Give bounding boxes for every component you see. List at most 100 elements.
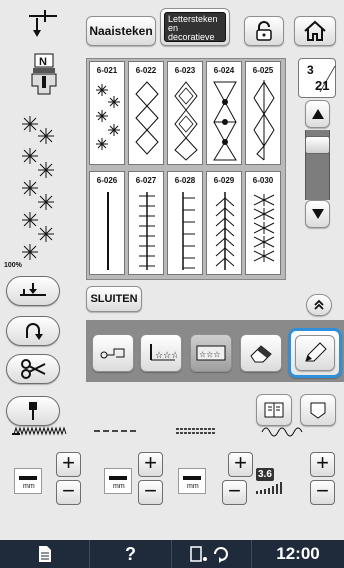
scroll-thumb[interactable] [305, 136, 330, 154]
stitch-preview-icon [22, 116, 54, 260]
reverse-stitch-icon [20, 283, 46, 296]
stitch-cell[interactable]: 6-029 [206, 171, 242, 275]
memory-button[interactable] [256, 394, 292, 426]
page-current: 3 [307, 63, 314, 77]
lock-button[interactable] [244, 16, 284, 46]
stitch-pattern-icon [96, 84, 120, 150]
width-mm-icon: mm [14, 468, 42, 494]
stitch-cell[interactable]: 6-024 [206, 61, 242, 165]
stitch-cell[interactable]: 6-027 [128, 171, 164, 275]
stitch-number: 6-021 [96, 66, 118, 75]
stitch-number: 6-027 [135, 176, 157, 185]
status-connection[interactable] [172, 540, 252, 568]
reinforcement-stitch-button[interactable] [6, 316, 60, 346]
needle-icon [29, 402, 37, 420]
loop-stitch-icon [260, 424, 310, 438]
thread-tension-value: 3.6 [256, 468, 274, 481]
pocket-button[interactable] [300, 394, 336, 426]
reinforcement-stitch-icon [26, 323, 43, 340]
length-stitch-icon [94, 424, 138, 438]
help-icon: ? [125, 543, 136, 564]
double-chevron-up-icon [314, 299, 324, 310]
stitch-preview [20, 104, 70, 264]
close-button[interactable]: SLUITEN [86, 286, 142, 312]
edit-pencil-button[interactable] [288, 328, 342, 378]
svg-text:☆☆☆: ☆☆☆ [199, 350, 221, 359]
stitch-cell[interactable]: 6-025 [245, 61, 281, 165]
needle-stars-icon: ☆☆☆ [150, 344, 177, 361]
needle-up-down-button[interactable] [6, 396, 60, 426]
eraser-icon [250, 345, 272, 363]
dense-dashes-icon [176, 428, 216, 434]
tab-lettersteken-label: Lettersteken en decoratieve steken [164, 12, 226, 42]
thread-tension-group: 3.6 + − [254, 444, 344, 534]
thread-tension-plus-button[interactable]: + [310, 452, 335, 477]
pattern-combination-button[interactable]: ☆☆☆ [190, 334, 232, 372]
stitch-number: 6-022 [135, 66, 157, 75]
tension-bars-icon [256, 482, 282, 494]
pencil-icon [305, 342, 327, 362]
arrow-up-icon [311, 109, 324, 119]
tab-naaisteken-label: Naaisteken [89, 24, 153, 38]
stitch-cell[interactable]: 6-022 [128, 61, 164, 165]
thread-cutter-button[interactable] [6, 354, 60, 384]
svg-text:N: N [39, 56, 47, 68]
collapse-button[interactable] [306, 294, 332, 316]
length-plus-button[interactable]: + [138, 452, 163, 477]
status-help[interactable]: ? [90, 540, 172, 568]
threader-icon [100, 348, 125, 359]
tab-lettersteken[interactable]: Lettersteken en decoratieve steken [160, 8, 230, 46]
stitch-pattern-icon [253, 80, 275, 161]
stitch-number: 6-023 [174, 66, 196, 75]
page-total: 21 [315, 78, 330, 93]
connection-icon [189, 546, 228, 563]
stitch-pattern-icon [253, 194, 275, 262]
reverse-stitch-button[interactable] [6, 276, 60, 306]
zoom-label: 100% [4, 262, 22, 269]
length-adjust-group: mm + − [98, 444, 178, 534]
stitch-cell[interactable]: 6-021 [89, 61, 125, 165]
needle-position-button[interactable] [6, 6, 80, 44]
scroll-down-button[interactable] [305, 200, 330, 228]
tension-unit: mm [187, 483, 199, 490]
thread-tension-minus-button[interactable]: − [310, 480, 335, 505]
stitch-number: 6-025 [252, 66, 274, 75]
stitch-cell[interactable]: 6-023 [167, 61, 203, 165]
scroll-up-button[interactable] [305, 100, 330, 128]
stitch-cell[interactable]: 6-026 [89, 171, 125, 275]
status-document[interactable] [0, 540, 90, 568]
tab-naaisteken[interactable]: Naaisteken [86, 16, 156, 46]
edit-pencil-inner [295, 335, 335, 371]
stitch-number: 6-029 [213, 176, 235, 185]
home-icon [304, 20, 326, 41]
pattern-stars-icon: ☆☆☆ [196, 345, 226, 361]
tension-plus-button[interactable]: + [228, 452, 253, 477]
stitch-pattern-icon [215, 192, 235, 270]
zigzag-dense-icon [12, 426, 67, 436]
dashed-line-icon [94, 430, 138, 432]
stitch-type-button[interactable]: ☆☆☆ [140, 334, 182, 372]
stitch-pattern-icon [139, 192, 155, 270]
tension-minus-button[interactable]: − [222, 480, 247, 505]
stitch-pattern-icon [182, 192, 195, 270]
width-unit: mm [23, 483, 35, 490]
arrow-down-icon [311, 209, 324, 219]
stitch-pattern-icon [174, 81, 198, 161]
stitch-pattern-icon [135, 81, 159, 155]
tension-mm-icon: mm [178, 468, 206, 494]
tension-adjust-group: mm + − [172, 444, 253, 534]
document-icon [38, 546, 51, 562]
needle-threader-button[interactable] [92, 334, 134, 372]
status-bar: ? 12:00 [0, 540, 344, 568]
home-button[interactable] [294, 16, 336, 46]
close-label: SLUITEN [90, 293, 138, 305]
stitch-cell[interactable]: 6-030 [245, 171, 281, 275]
length-minus-button[interactable]: − [138, 480, 163, 505]
width-stitch-icon [12, 424, 72, 438]
stitch-cell[interactable]: 6-028 [167, 171, 203, 275]
eraser-button[interactable] [240, 334, 282, 372]
width-plus-button[interactable]: + [56, 452, 81, 477]
length-unit: mm [113, 483, 125, 490]
width-minus-button[interactable]: − [56, 480, 81, 505]
status-time: 12:00 [252, 540, 344, 568]
